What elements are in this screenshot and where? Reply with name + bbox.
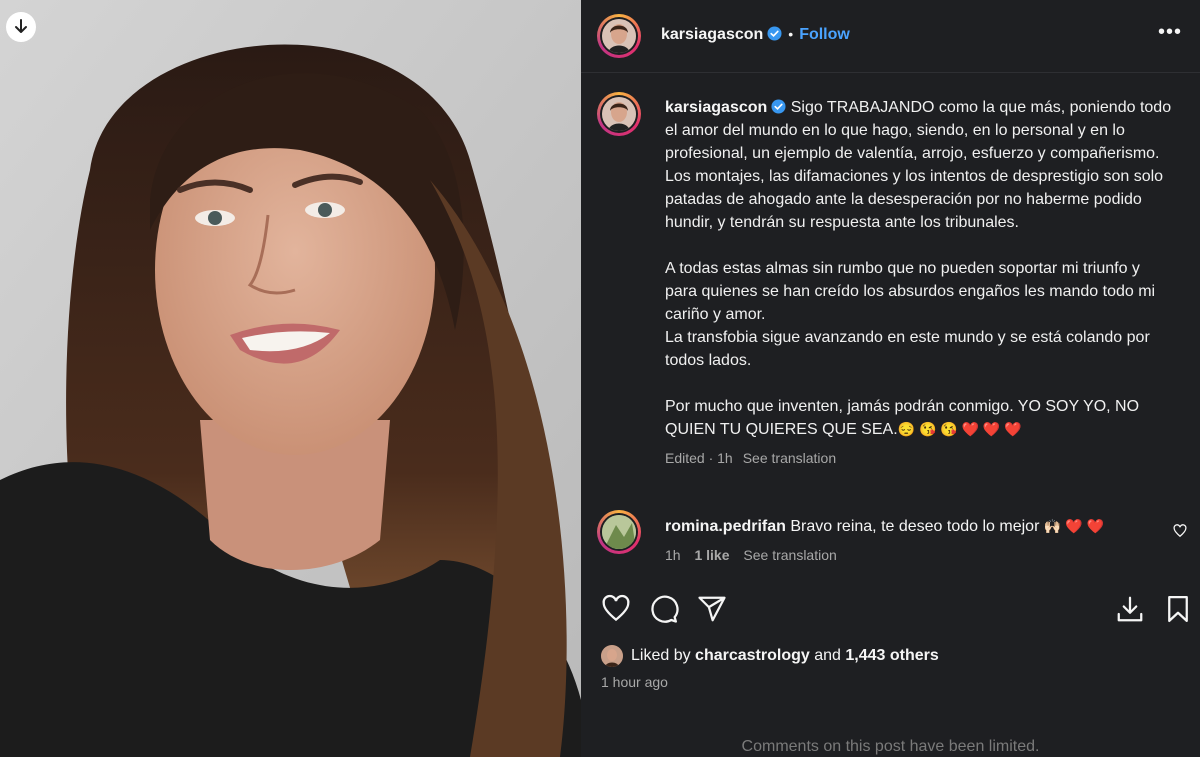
commenter-avatar[interactable] xyxy=(597,510,641,554)
verified-icon xyxy=(767,26,782,41)
comment-likes[interactable]: 1 like xyxy=(694,547,729,563)
share-button[interactable] xyxy=(697,594,727,629)
post-panel: karsiagascon • Follow ••• karsiagascon Sig… xyxy=(581,0,1200,757)
likes-and: and xyxy=(814,647,841,664)
comment: romina.pedrifan Bravo reina, te deseo to… xyxy=(665,515,1165,567)
caption-text-4: La transfobia sigue avanzando en este mu… xyxy=(665,329,1150,369)
comment-like-button[interactable] xyxy=(1173,524,1187,543)
caption-avatar[interactable] xyxy=(597,92,641,136)
bookmark-icon xyxy=(1168,596,1188,622)
comment-emojis: 🙌🏻 ❤️ ❤️ xyxy=(1043,518,1104,534)
comment-translation-link[interactable]: See translation xyxy=(743,547,836,563)
caption-emojis: 😔 😘 😘 ❤️ ❤️ ❤️ xyxy=(897,421,1022,437)
heart-icon xyxy=(1173,524,1187,538)
post-caption: karsiagascon Sigo TRABAJANDO como la que… xyxy=(665,96,1175,470)
comment-time: 1h xyxy=(665,547,681,563)
follow-button[interactable]: Follow xyxy=(799,26,850,43)
verified-icon xyxy=(771,99,786,114)
post-photo[interactable] xyxy=(0,0,581,757)
comment-icon xyxy=(651,595,679,623)
comment-button[interactable] xyxy=(649,594,679,629)
save-button[interactable] xyxy=(1163,594,1193,629)
author-username[interactable]: karsiagascon xyxy=(661,26,763,43)
header-user-row: karsiagascon • Follow xyxy=(661,26,850,44)
post-time: 1 hour ago xyxy=(601,674,668,690)
action-bar xyxy=(601,594,1191,628)
liker-avatar[interactable] xyxy=(601,645,623,667)
heart-icon xyxy=(602,594,630,622)
comments-limited-notice: Comments on this post have been limited. xyxy=(741,738,1040,755)
caption-username[interactable]: karsiagascon xyxy=(665,99,767,116)
likes-prefix: Liked by xyxy=(631,647,691,664)
post-header: karsiagascon • Follow ••• xyxy=(581,0,1200,73)
more-icon: ••• xyxy=(1157,21,1182,43)
edited-label: Edited · 1h xyxy=(665,450,733,466)
download-photo-button[interactable] xyxy=(6,12,36,42)
avatar-image xyxy=(602,515,636,549)
download-button[interactable] xyxy=(1115,594,1145,629)
comment-text: Bravo reina, te deseo todo lo mejor xyxy=(790,518,1040,535)
commenter-username[interactable]: romina.pedrifan xyxy=(665,518,786,535)
download-icon xyxy=(1117,596,1143,622)
caption-text-2: Los montajes, las difamaciones y los int… xyxy=(665,168,1164,231)
likes-count[interactable]: 1,443 others xyxy=(845,647,938,665)
avatar-image xyxy=(601,645,623,667)
likes-summary: Liked by charcastrology and 1,443 others xyxy=(601,645,939,667)
download-icon xyxy=(15,19,27,33)
caption-meta: Edited · 1h See translation xyxy=(665,447,1175,470)
author-avatar[interactable] xyxy=(597,14,641,58)
avatar-image xyxy=(602,97,636,131)
more-options-button[interactable]: ••• xyxy=(1158,22,1182,42)
share-icon xyxy=(698,596,726,622)
comment-meta: 1h 1 like See translation xyxy=(665,544,1165,567)
portrait-image xyxy=(0,0,581,757)
see-translation-link[interactable]: See translation xyxy=(743,450,836,466)
caption-text-3: A todas estas almas sin rumbo que no pue… xyxy=(665,260,1156,323)
liker-username[interactable]: charcastrology xyxy=(695,647,810,665)
like-button[interactable] xyxy=(601,594,631,629)
avatar-image xyxy=(602,19,636,53)
separator-dot: • xyxy=(788,26,794,42)
